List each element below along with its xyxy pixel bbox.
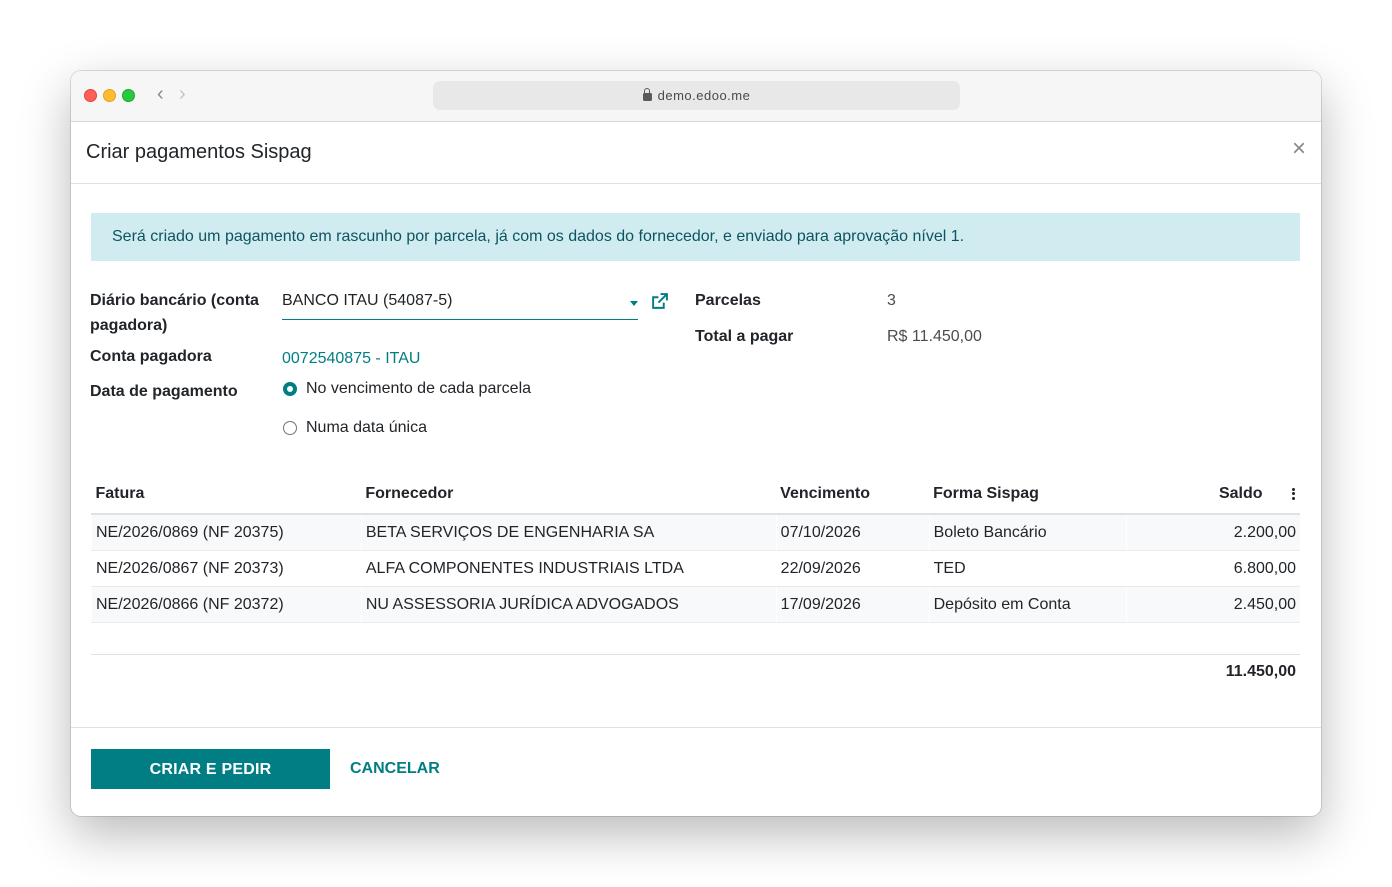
column-header-supplier[interactable]: Fornecedor — [361, 475, 777, 515]
browser-window: ‹ › demo.edoo.me Criar pagamentos Sispag… — [71, 71, 1321, 816]
cell-supplier: NU ASSESSORIA JURÍDICA ADVOGADOS — [360, 586, 777, 623]
cell-due-date: 17/09/2026 — [775, 586, 930, 623]
cell-balance: 2.450,00 — [1125, 586, 1300, 623]
installments-value: 3 — [887, 292, 896, 309]
cell-method: Boleto Bancário — [928, 514, 1127, 551]
cell-invoice: NE/2026/0867 (NF 20373) — [91, 550, 362, 587]
column-header-balance-label: Saldo — [1218, 485, 1263, 502]
cell-due-date: 22/09/2026 — [775, 550, 930, 587]
cancel-button[interactable]: CANCELAR — [339, 749, 451, 789]
table-row[interactable]: NE/2026/0869 (NF 20375) BETA SERVIÇOS DE… — [91, 514, 1300, 551]
column-header-invoice[interactable]: Fatura — [91, 475, 362, 515]
journal-select[interactable]: BANCO ITAU (54087-5) — [282, 289, 638, 320]
create-and-request-approval-button[interactable]: CRIAR E PEDIR APROVAÇÃO — [91, 749, 330, 816]
column-header-method[interactable]: Forma Sispag — [929, 475, 1127, 515]
journal-select-value: BANCO ITAU (54087-5) — [282, 292, 453, 309]
address-bar[interactable]: demo.edoo.me — [433, 81, 960, 110]
radio-due-date-label: No vencimento de cada parcela — [306, 380, 532, 397]
journal-label-line2: pagadora) — [90, 317, 168, 334]
kebab-menu-icon[interactable] — [1292, 486, 1296, 501]
cell-supplier: ALFA COMPONENTES INDUSTRIAIS LTDA — [360, 550, 777, 587]
browser-titlebar: ‹ › demo.edoo.me — [71, 71, 1321, 122]
journal-label-line1: Diário bancário (conta — [90, 292, 259, 309]
table-row[interactable]: NE/2026/0866 (NF 20372) NU ASSESSORIA JU… — [91, 586, 1300, 623]
url-text: demo.edoo.me — [657, 88, 751, 103]
total-value: R$ 11.450,00 — [887, 328, 982, 345]
column-header-balance[interactable]: Saldo — [1126, 475, 1300, 515]
payment-date-label: Data de pagamento — [90, 383, 238, 400]
dialog-title: Criar pagamentos Sispag — [86, 141, 312, 163]
invoice-lines-table: Fatura Fornecedor Vencimento Forma Sispa… — [91, 475, 1300, 623]
table-total-divider — [91, 654, 1300, 655]
external-link-icon[interactable] — [651, 293, 668, 310]
lock-icon — [642, 87, 652, 101]
cell-supplier: BETA SERVIÇOS DE ENGENHARIA SA — [360, 514, 777, 551]
close-window-button[interactable] — [84, 89, 97, 102]
cell-method: Depósito em Conta — [928, 586, 1127, 623]
dialog-header: Criar pagamentos Sispag × — [71, 122, 1321, 184]
cell-invoice: NE/2026/0866 (NF 20372) — [91, 586, 362, 623]
chevron-down-icon — [630, 301, 638, 306]
radio-checked-icon[interactable] — [283, 382, 297, 396]
radio-due-date[interactable]: No vencimento de cada parcela — [283, 380, 531, 398]
table-total: 11.450,00 — [1225, 663, 1296, 680]
total-label: Total a pagar — [695, 328, 794, 345]
minimize-window-button[interactable] — [103, 89, 116, 102]
dialog-footer: CRIAR E PEDIR APROVAÇÃO CANCELAR — [71, 727, 1321, 816]
forward-arrow-icon[interactable]: › — [179, 84, 186, 104]
back-arrow-icon[interactable]: ‹ — [157, 84, 164, 104]
radio-single-date[interactable]: Numa data única — [283, 419, 427, 437]
account-label: Conta pagadora — [90, 348, 212, 365]
account-link[interactable]: 0072540875 - ITAU — [282, 347, 420, 371]
cell-balance: 6.800,00 — [1125, 550, 1300, 587]
installments-label: Parcelas — [695, 292, 761, 309]
close-icon[interactable]: × — [1292, 137, 1306, 161]
cell-method: TED — [928, 550, 1127, 587]
cell-invoice: NE/2026/0869 (NF 20375) — [91, 514, 362, 551]
radio-unchecked-icon[interactable] — [283, 421, 297, 435]
table-row[interactable]: NE/2026/0867 (NF 20373) ALFA COMPONENTES… — [91, 550, 1300, 587]
column-header-due-date[interactable]: Vencimento — [776, 475, 930, 515]
cell-due-date: 07/10/2026 — [775, 514, 930, 551]
cell-balance: 2.200,00 — [1125, 514, 1300, 551]
table-header-row: Fatura Fornecedor Vencimento Forma Sispa… — [91, 475, 1300, 515]
radio-single-date-label: Numa data única — [306, 419, 427, 436]
zoom-window-button[interactable] — [122, 89, 135, 102]
info-alert: Será criado um pagamento em rascunho por… — [91, 213, 1300, 261]
